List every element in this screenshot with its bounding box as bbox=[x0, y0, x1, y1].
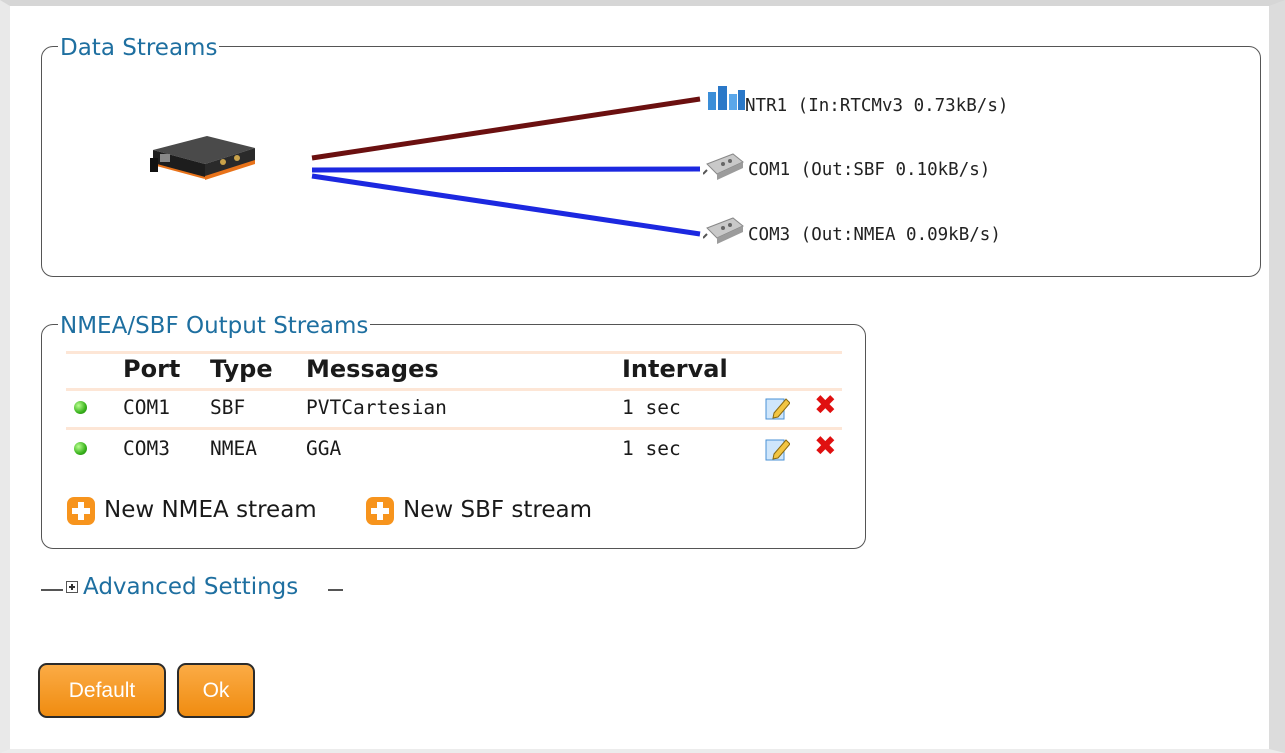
stream-label-com3: COM3 (Out:NMEA 0.09kB/s) bbox=[748, 225, 1001, 245]
com3-connection-line bbox=[311, 173, 701, 237]
new-nmea-stream-button[interactable]: New NMEA stream bbox=[104, 497, 317, 523]
row-interval: 1 sec bbox=[622, 396, 681, 419]
com1-connection-line bbox=[311, 166, 701, 173]
status-ok-icon bbox=[74, 401, 87, 414]
output-streams-legend: NMEA/SBF Output Streams bbox=[58, 312, 371, 340]
new-sbf-stream-button[interactable]: New SBF stream bbox=[403, 497, 592, 523]
ntrip-icon bbox=[708, 86, 745, 110]
edit-icon[interactable] bbox=[764, 436, 790, 462]
delete-icon[interactable]: ✖ bbox=[814, 433, 837, 460]
status-ok-icon bbox=[74, 442, 87, 455]
delete-icon[interactable]: ✖ bbox=[814, 392, 837, 419]
row-port: COM3 bbox=[123, 437, 170, 460]
add-icon[interactable] bbox=[67, 497, 95, 525]
column-header-port: Port bbox=[123, 355, 181, 383]
serial-port-icon bbox=[703, 217, 744, 244]
default-button[interactable]: Default bbox=[38, 663, 166, 718]
edit-icon[interactable] bbox=[764, 395, 790, 421]
row-messages: PVTCartesian bbox=[306, 396, 447, 419]
row-type: SBF bbox=[210, 396, 246, 419]
ok-button[interactable]: Ok bbox=[177, 663, 255, 718]
column-header-messages: Messages bbox=[306, 355, 439, 383]
row-interval: 1 sec bbox=[622, 437, 681, 460]
divider bbox=[41, 589, 63, 591]
stream-label-ntr1: NTR1 (In:RTCMv3 0.73kB/s) bbox=[745, 96, 1009, 116]
table-rule bbox=[66, 351, 842, 354]
row-port: COM1 bbox=[123, 396, 170, 419]
table-rule bbox=[66, 388, 842, 391]
column-header-type: Type bbox=[210, 355, 273, 383]
add-icon[interactable] bbox=[366, 497, 394, 525]
row-messages: GGA bbox=[306, 437, 342, 460]
divider bbox=[328, 589, 343, 591]
table-rule bbox=[66, 427, 842, 430]
ntr1-connection-line bbox=[311, 96, 701, 161]
expand-icon[interactable] bbox=[66, 581, 78, 593]
row-type: NMEA bbox=[210, 437, 257, 460]
stream-connections bbox=[311, 96, 701, 237]
column-header-interval: Interval bbox=[622, 355, 728, 383]
serial-port-icon bbox=[703, 153, 744, 180]
advanced-settings-toggle[interactable]: Advanced Settings bbox=[83, 574, 298, 600]
stream-label-com1: COM1 (Out:SBF 0.10kB/s) bbox=[748, 160, 991, 180]
